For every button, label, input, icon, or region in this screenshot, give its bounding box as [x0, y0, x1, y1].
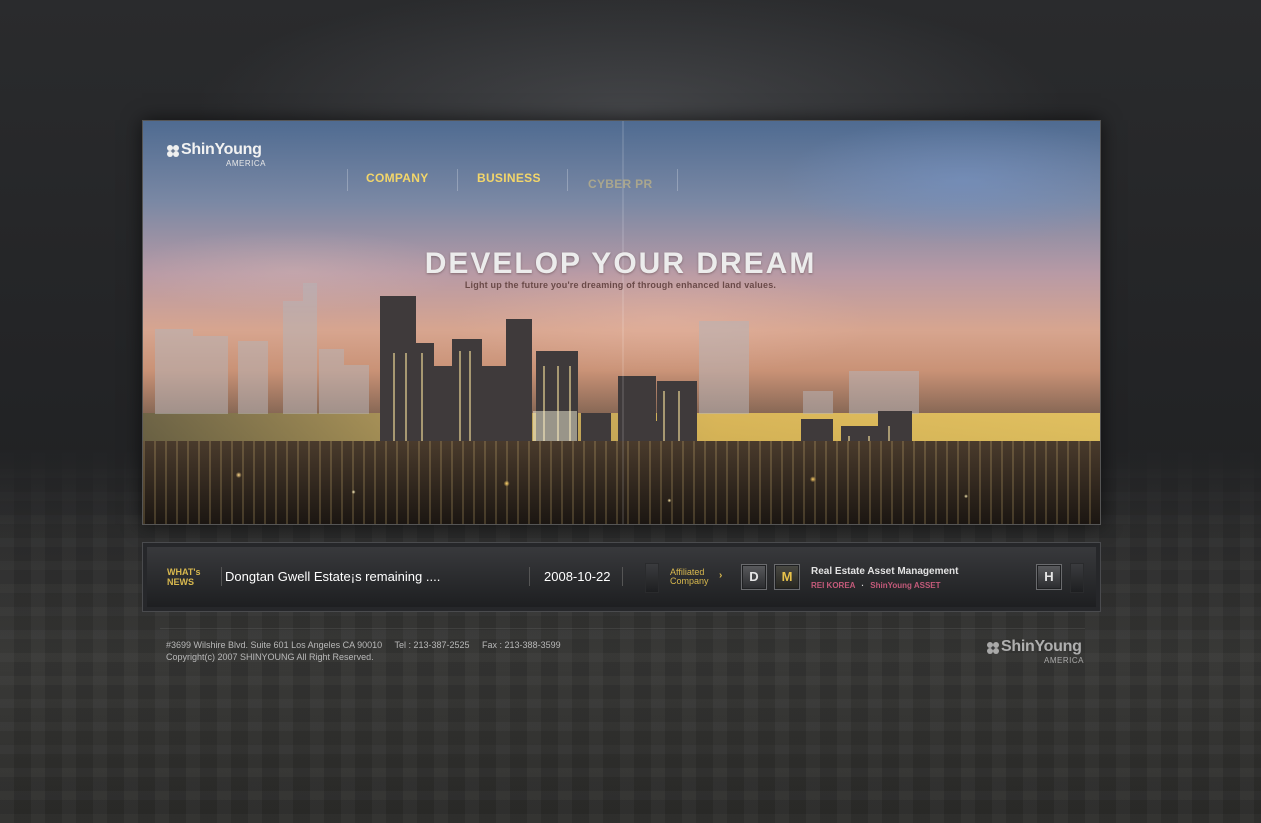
affiliate-links: REI KOREA · ShinYoung ASSET [811, 581, 941, 590]
news-bar: WHAT's NEWS Dongtan Gwell Estate¡s remai… [142, 542, 1101, 612]
chevron-right-icon: › [719, 570, 723, 581]
logo-sub: AMERICA [226, 159, 266, 168]
whats-news-label: WHAT's NEWS [167, 567, 200, 587]
nav-business[interactable]: BUSINESS [477, 171, 541, 185]
news-label-line2: NEWS [167, 577, 194, 587]
nav-separator [677, 169, 678, 191]
hero-subtitle: Light up the future you're dreaming of t… [464, 280, 777, 290]
affiliate-m-button[interactable]: M [774, 564, 800, 590]
divider [529, 567, 530, 586]
shinyoung-logo[interactable]: ShinYoung AMERICA [166, 141, 266, 171]
nav-separator [567, 169, 568, 191]
divider [622, 567, 623, 586]
footer-copyright: Copyright(c) 2007 SHINYOUNG All Right Re… [166, 652, 374, 662]
nav-company[interactable]: COMPANY [366, 171, 429, 185]
footer-info: #3699 Wilshire Blvd. Suite 601 Los Angel… [166, 639, 561, 663]
shinyoung-asset-link[interactable]: ShinYoung ASSET [870, 581, 940, 590]
shinyoung-logo-mark-icon [987, 642, 999, 654]
logo-name: ShinYoung [181, 141, 262, 158]
link-dot: · [861, 581, 865, 590]
shinyoung-logo-mark-icon [167, 145, 179, 157]
affiliate-d-button[interactable]: D [741, 564, 767, 590]
nav-separator [347, 169, 348, 191]
rei-korea-link[interactable]: REI KOREA [811, 581, 855, 590]
nav-cyber-pr[interactable]: CYBER PR [588, 177, 652, 191]
footer-logo[interactable]: ShinYoung AMERICA [986, 638, 1084, 665]
nav-separator [457, 169, 458, 191]
news-label-line1: WHAT's [167, 567, 201, 577]
affiliated-line2: Company [670, 576, 709, 586]
footer-logo-sub: AMERICA [1044, 656, 1084, 665]
affiliate-h-button[interactable]: H [1036, 564, 1062, 590]
affiliate-title: Real Estate Asset Management [811, 566, 959, 577]
news-scroll-handle[interactable] [645, 563, 659, 593]
footer-logo-name: ShinYoung [1001, 638, 1082, 655]
footer-address: #3699 Wilshire Blvd. Suite 601 Los Angel… [166, 640, 561, 650]
affiliate-scroll-handle[interactable] [1070, 563, 1084, 593]
hero-banner: ShinYoung AMERICA COMPANY BUSINESS CYBER… [142, 120, 1101, 525]
affiliated-company-label[interactable]: Affiliated Company [670, 568, 709, 586]
hero-title: DEVELOP YOUR DREAM [424, 247, 817, 280]
divider [221, 567, 222, 586]
news-date: 2008-10-22 [544, 569, 611, 584]
news-headline-link[interactable]: Dongtan Gwell Estate¡s remaining .... [225, 569, 525, 584]
footer-divider [160, 628, 1085, 629]
